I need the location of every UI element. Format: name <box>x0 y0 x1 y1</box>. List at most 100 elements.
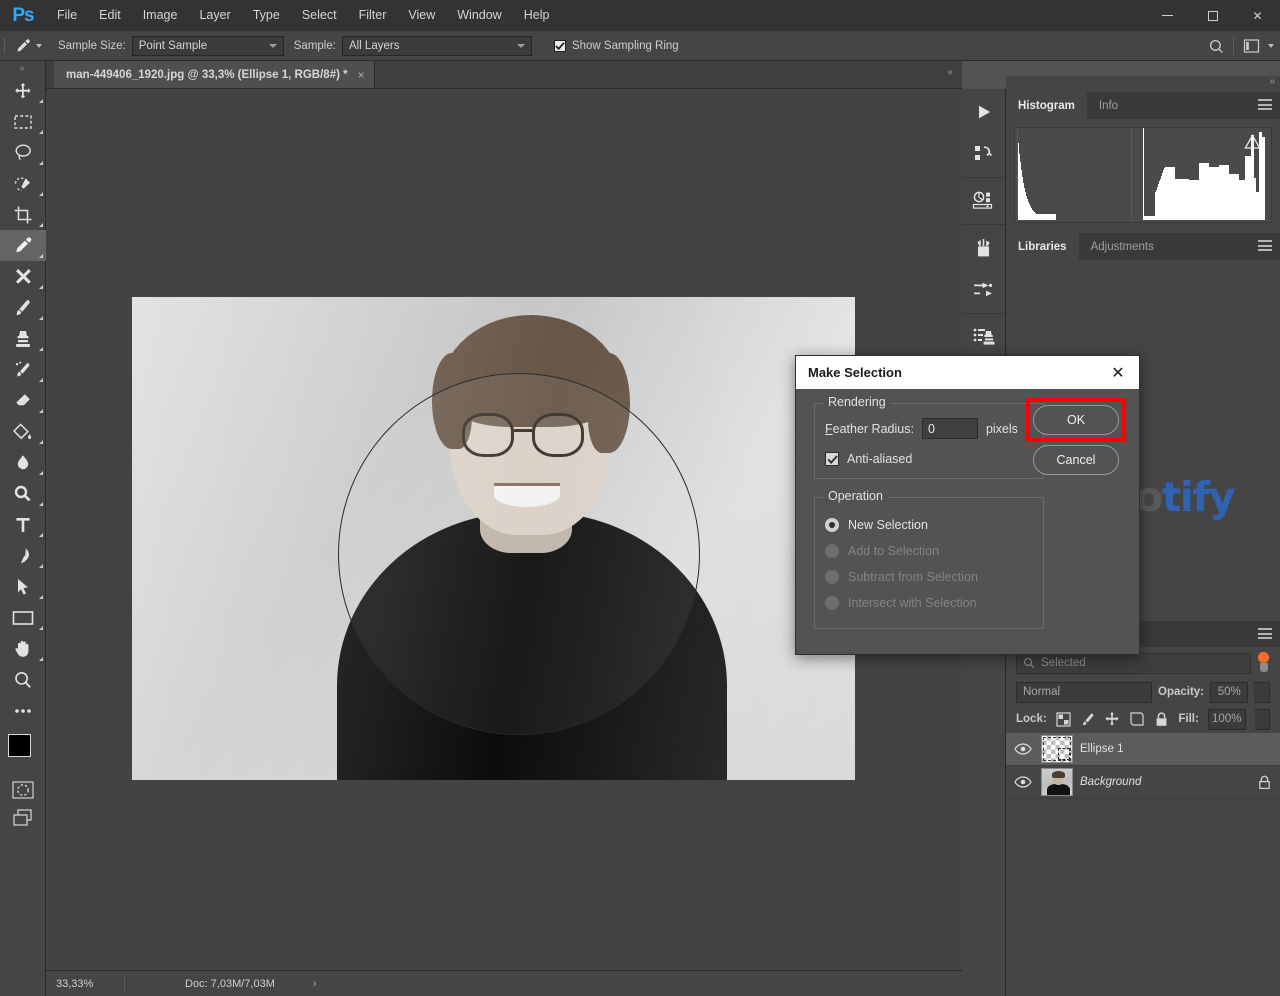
blend-mode-select[interactable]: Normal <box>1016 681 1152 703</box>
menu-file[interactable]: File <box>46 0 88 31</box>
menu-image[interactable]: Image <box>132 0 189 31</box>
toolbar-grip[interactable]: » <box>0 61 45 75</box>
lock-all-button[interactable] <box>1154 711 1169 728</box>
tool-eyedropper[interactable] <box>0 230 46 261</box>
cancel-button[interactable]: Cancel <box>1033 445 1119 475</box>
fill-stepper[interactable] <box>1254 708 1271 730</box>
operation-new-selection[interactable]: New Selection <box>825 512 1033 538</box>
search-button[interactable] <box>1203 34 1229 58</box>
tool-zoom[interactable] <box>0 664 46 695</box>
tab-adjustments[interactable]: Adjustments <box>1079 233 1166 260</box>
tool-history-brush[interactable] <box>0 354 46 385</box>
color-swatch-icon <box>972 191 993 209</box>
sample-size-label: Sample Size: <box>58 39 126 52</box>
feather-radius-input[interactable]: 0 <box>921 418 978 439</box>
layer-name[interactable]: Background <box>1080 776 1249 788</box>
table-row[interactable]: Background <box>1006 766 1280 799</box>
options-bar-grip[interactable] <box>0 31 10 61</box>
ok-button-highlight <box>1026 398 1126 442</box>
lock-artboard-button[interactable] <box>1129 711 1145 728</box>
active-tool-preset[interactable] <box>10 34 48 58</box>
tool-eraser[interactable] <box>0 385 46 416</box>
lock-image-pixels-button[interactable] <box>1080 711 1095 728</box>
layer-name[interactable]: Ellipse 1 <box>1080 743 1272 755</box>
sample-size-select[interactable]: Point Sample <box>131 35 284 56</box>
collapse-dock-icon[interactable]: » <box>1269 76 1274 87</box>
lock-transparent-pixels-button[interactable] <box>1056 711 1071 728</box>
expand-panels-button[interactable] <box>962 91 1006 133</box>
flyout-triangle-icon <box>39 254 43 258</box>
tool-crop[interactable] <box>0 199 46 230</box>
tool-spot-healing[interactable] <box>0 261 46 292</box>
collapse-tabs-icon[interactable]: « <box>947 67 952 78</box>
layer-thumbnail[interactable] <box>1041 768 1073 796</box>
tool-marquee[interactable] <box>0 106 46 137</box>
rendering-fieldset: Rendering Feather Radius: 0 pixels Anti-… <box>814 395 1044 479</box>
minimize-button[interactable] <box>1145 0 1190 31</box>
close-icon[interactable]: × <box>358 69 365 81</box>
flyout-triangle-icon <box>39 409 43 413</box>
close-icon[interactable]: ✕ <box>1105 360 1131 386</box>
sample-select[interactable]: All Layers <box>341 35 532 56</box>
layer-thumbnail[interactable] <box>1041 735 1073 763</box>
menu-window[interactable]: Window <box>446 0 512 31</box>
zoom-level[interactable]: 33,33% <box>46 978 124 990</box>
brushes-panel-button[interactable] <box>962 227 1006 269</box>
history-panel-button[interactable] <box>962 133 1006 175</box>
tool-path-selection[interactable] <box>0 571 46 602</box>
fill-field[interactable]: 100% <box>1207 708 1246 730</box>
tool-quick-selection[interactable] <box>0 168 46 199</box>
blend-mode-row: Normal Opacity: 50% <box>1006 679 1280 705</box>
menu-type[interactable]: Type <box>242 0 291 31</box>
opacity-stepper[interactable] <box>1254 681 1270 703</box>
layer-filter-toggle[interactable] <box>1257 652 1270 674</box>
menu-help[interactable]: Help <box>513 0 561 31</box>
layer-visibility-toggle[interactable] <box>1012 776 1034 788</box>
histogram-warning-button[interactable] <box>1244 134 1261 155</box>
clone-source-panel-button[interactable] <box>962 316 1006 358</box>
lock-position-button[interactable] <box>1104 711 1120 728</box>
tool-lasso[interactable] <box>0 137 46 168</box>
menu-layer[interactable]: Layer <box>188 0 241 31</box>
tab-info[interactable]: Info <box>1087 92 1130 119</box>
color-swatches[interactable] <box>0 732 46 776</box>
screen-mode-button[interactable] <box>0 804 46 832</box>
tool-gradient[interactable] <box>0 416 46 447</box>
opacity-field[interactable]: 50% <box>1210 681 1249 703</box>
tool-pen[interactable] <box>0 540 46 571</box>
menu-select[interactable]: Select <box>291 0 348 31</box>
menu-edit[interactable]: Edit <box>88 0 132 31</box>
panel-menu-icon[interactable] <box>1258 99 1272 113</box>
tool-clone-stamp[interactable] <box>0 323 46 354</box>
document-tab[interactable]: man-449406_1920.jpg @ 33,3% (Ellipse 1, … <box>54 61 375 88</box>
show-sampling-ring-checkbox[interactable]: Show Sampling Ring <box>553 39 679 52</box>
tab-histogram[interactable]: Histogram <box>1006 92 1087 119</box>
maximize-icon <box>1207 10 1218 21</box>
panel-menu-icon[interactable] <box>1258 240 1272 254</box>
tool-move[interactable] <box>0 75 46 106</box>
close-button[interactable]: ✕ <box>1235 0 1280 31</box>
menu-view[interactable]: View <box>397 0 446 31</box>
table-row[interactable]: Ellipse 1 <box>1006 733 1280 766</box>
quick-mask-button[interactable] <box>0 776 46 804</box>
color-panel-button[interactable] <box>962 180 1006 222</box>
anti-aliased-checkbox[interactable]: Anti-aliased <box>825 452 1033 466</box>
layer-visibility-toggle[interactable] <box>1012 743 1034 755</box>
foreground-color-swatch[interactable] <box>8 734 31 757</box>
tool-blur[interactable] <box>0 447 46 478</box>
histogram-body <box>1006 119 1280 233</box>
menu-filter[interactable]: Filter <box>348 0 398 31</box>
status-menu-arrow-icon[interactable]: › <box>275 978 317 990</box>
tool-brush[interactable] <box>0 292 46 323</box>
tab-libraries[interactable]: Libraries <box>1006 233 1079 260</box>
brush-settings-panel-button[interactable] <box>962 269 1006 311</box>
workspace-button[interactable] <box>1238 34 1264 58</box>
tool-type[interactable] <box>0 509 46 540</box>
maximize-button[interactable] <box>1190 0 1235 31</box>
rectangle-icon <box>12 610 34 625</box>
tool-rectangle[interactable] <box>0 602 46 633</box>
tool-hand[interactable] <box>0 633 46 664</box>
tool-dodge[interactable] <box>0 478 46 509</box>
tool-edit-toolbar[interactable] <box>0 695 46 726</box>
panel-menu-icon[interactable] <box>1258 628 1272 642</box>
